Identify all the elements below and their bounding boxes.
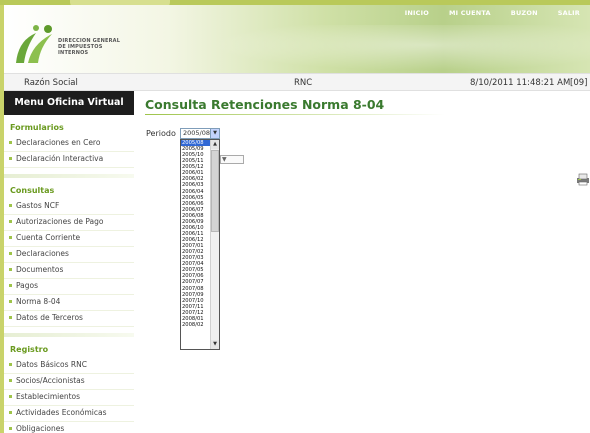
- sidebar-item-label: Declaraciones en Cero: [16, 138, 101, 147]
- session-code: [09]: [570, 78, 588, 88]
- section-consultas: Consultas Gastos NCF Autorizaciones de P…: [4, 184, 134, 327]
- sidebar-item-label: Documentos: [16, 265, 64, 274]
- sidebar-item-label: Declaraciones: [16, 249, 69, 258]
- bullet-icon: [9, 268, 12, 271]
- rnc-label: RNC: [294, 78, 313, 88]
- title-underline: [145, 114, 445, 115]
- sidebar-item-gastos-ncf[interactable]: Gastos NCF: [4, 199, 134, 215]
- scroll-thumb[interactable]: [211, 150, 219, 232]
- nav-salir[interactable]: SALIR: [548, 5, 590, 23]
- sidebar-item-label: Pagos: [16, 281, 39, 290]
- razon-social-label: Razón Social: [24, 78, 78, 88]
- sidebar-item-autorizaciones-pago[interactable]: Autorizaciones de Pago: [4, 215, 134, 231]
- sidebar-item-label: Norma 8-04: [16, 297, 61, 306]
- sidebar-item-declaraciones[interactable]: Declaraciones: [4, 247, 134, 263]
- bullet-icon: [9, 300, 12, 303]
- scroll-up-icon[interactable]: ▲: [211, 140, 219, 149]
- sidebar-item-label: Obligaciones: [16, 424, 65, 433]
- dropdown-scrollbar[interactable]: ▲ ▼: [210, 140, 219, 349]
- scroll-down-icon[interactable]: ▼: [211, 340, 219, 349]
- top-nav: INICIO MI CUENTA BUZON SALIR: [395, 5, 590, 23]
- sidebar-item-socios-accionistas[interactable]: Socios/Accionistas: [4, 374, 134, 390]
- section-title: Consultas: [10, 186, 55, 195]
- sidebar-item-actividades-economicas[interactable]: Actividades Económicas: [4, 406, 134, 422]
- sidebar-item-label: Autorizaciones de Pago: [16, 217, 104, 226]
- bullet-icon: [9, 284, 12, 287]
- sidebar-item-cuenta-corriente[interactable]: Cuenta Corriente: [4, 231, 134, 247]
- period-select-value: 2005/08: [183, 129, 211, 137]
- logo-text: DIRECCION GENERAL DE IMPUESTOS INTERNOS: [58, 38, 120, 56]
- period-options: 2005/08 2005/09 2005/10 2005/11 2005/12 2006/…: [181, 140, 211, 328]
- sidebar-item-label: Establecimientos: [16, 392, 81, 401]
- sidebar: Menu Oficina Virtual Formularios Declara…: [4, 91, 134, 433]
- sidebar-item-label: Datos de Terceros: [16, 313, 83, 322]
- datetime-label: 8/10/2011 11:48:21 AM: [470, 78, 571, 88]
- bullet-icon: [9, 220, 12, 223]
- bullet-icon: [9, 379, 12, 382]
- sidebar-item-label: Datos Básicos RNC: [16, 360, 87, 369]
- nav-buzon[interactable]: BUZON: [501, 5, 548, 23]
- bullet-icon: [9, 411, 12, 414]
- sidebar-item-datos-basicos-rnc[interactable]: Datos Básicos RNC: [4, 358, 134, 374]
- bullet-icon: [9, 204, 12, 207]
- info-bar: Razón Social RNC 8/10/2011 11:48:21 AM […: [4, 73, 590, 91]
- section-registro: Registro Datos Básicos RNC Socios/Accion…: [4, 343, 134, 433]
- nav-inicio[interactable]: INICIO: [395, 5, 439, 23]
- sidebar-item-label: Cuenta Corriente: [16, 233, 81, 242]
- section-title: Formularios: [10, 123, 64, 132]
- sidebar-item-pagos[interactable]: Pagos: [4, 279, 134, 295]
- bullet-icon: [9, 252, 12, 255]
- header-swoosh: [174, 25, 590, 75]
- period-dropdown-list[interactable]: 2005/08 2005/09 2005/10 2005/11 2005/12 2006/…: [180, 139, 220, 350]
- sidebar-item-documentos[interactable]: Documentos: [4, 263, 134, 279]
- chevron-down-icon[interactable]: ▼: [210, 129, 219, 138]
- sidebar-item-datos-terceros[interactable]: Datos de Terceros: [4, 311, 134, 327]
- printer-icon[interactable]: [576, 172, 590, 186]
- bullet-icon: [9, 236, 12, 239]
- bullet-icon: [9, 363, 12, 366]
- section-formularios: Formularios Declaraciones en Cero Declar…: [4, 121, 134, 168]
- sidebar-item-label: Gastos NCF: [16, 201, 60, 210]
- period-label: Periodo: [146, 129, 176, 138]
- dgii-logo-icon: [16, 25, 52, 63]
- sidebar-item-declaraciones-cero[interactable]: Declaraciones en Cero: [4, 136, 134, 152]
- page-title: Consulta Retenciones Norma 8-04: [145, 97, 385, 112]
- header-banner: DIRECCION GENERAL DE IMPUESTOS INTERNOS …: [4, 5, 590, 75]
- period-select[interactable]: 2005/08 ▼: [180, 128, 220, 139]
- sidebar-item-declaracion-interactiva[interactable]: Declaración Interactiva: [4, 152, 134, 168]
- main-content: Consulta Retenciones Norma 8-04 Periodo …: [140, 91, 590, 433]
- section-divider: [4, 174, 134, 178]
- sidebar-item-establecimientos[interactable]: Establecimientos: [4, 390, 134, 406]
- bullet-icon: [9, 427, 12, 430]
- bullet-icon: [9, 141, 12, 144]
- sidebar-header: Menu Oficina Virtual: [4, 91, 134, 115]
- sidebar-item-label: Socios/Accionistas: [16, 376, 85, 385]
- bullet-icon: [9, 157, 12, 160]
- nav-mi-cuenta[interactable]: MI CUENTA: [439, 5, 501, 23]
- bullet-icon: [9, 316, 12, 319]
- sidebar-item-label: Declaración Interactiva: [16, 154, 104, 163]
- sidebar-item-label: Actividades Económicas: [16, 408, 107, 417]
- sidebar-item-obligaciones[interactable]: Obligaciones: [4, 422, 134, 433]
- background-input-caret: ▼: [222, 156, 227, 163]
- section-divider: [4, 333, 134, 337]
- bullet-icon: [9, 395, 12, 398]
- sidebar-item-norma-8-04[interactable]: Norma 8-04: [4, 295, 134, 311]
- period-option[interactable]: 2008/02: [181, 322, 211, 328]
- section-title: Registro: [10, 345, 49, 354]
- logo-line-3: INTERNOS: [58, 50, 89, 56]
